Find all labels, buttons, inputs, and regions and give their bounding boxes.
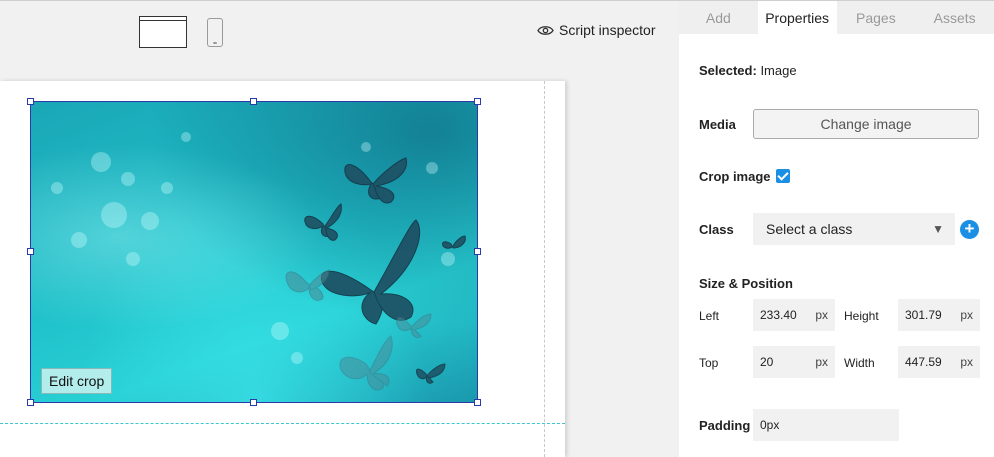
tab-properties[interactable]: Properties	[757, 1, 837, 34]
mobile-view-icon[interactable]	[207, 18, 223, 47]
left-value: 233.40	[760, 308, 797, 322]
vertical-guide	[544, 81, 545, 457]
selected-label: Selected:	[699, 63, 757, 78]
class-select[interactable]: Select a class ▼	[753, 213, 955, 245]
properties-panel: Add Properties Pages Assets Selected: Im…	[679, 0, 994, 457]
top-value: 20	[760, 355, 774, 369]
resize-handle-bottom-right[interactable]	[474, 399, 481, 406]
butterflies-illustration	[285, 157, 466, 391]
left-unit: px	[815, 308, 828, 322]
width-input[interactable]: 447.59 px	[898, 346, 980, 378]
height-label: Height	[844, 309, 879, 323]
resize-handle-bottom-center[interactable]	[250, 399, 257, 406]
change-image-button[interactable]: Change image	[753, 109, 979, 139]
top-toolbar: Script inspector	[0, 0, 679, 80]
resize-handle-top-right[interactable]	[474, 98, 481, 105]
desktop-view-icon[interactable]	[139, 16, 187, 48]
resize-handle-bottom-left[interactable]	[27, 399, 34, 406]
crop-image-checkbox[interactable]	[776, 169, 790, 183]
eye-icon	[537, 25, 554, 35]
selected-image[interactable]	[30, 101, 478, 403]
edit-crop-button[interactable]: Edit crop	[41, 368, 113, 394]
panel-tabs: Add Properties Pages Assets	[679, 0, 994, 34]
tab-assets[interactable]: Assets	[915, 1, 994, 34]
selected-info: Selected: Image	[699, 63, 797, 78]
left-label: Left	[699, 309, 720, 323]
crop-image-label: Crop image	[699, 169, 771, 184]
dropdown-arrow-icon: ▼	[932, 222, 944, 236]
padding-input[interactable]: 0px	[753, 409, 899, 441]
width-unit: px	[960, 355, 973, 369]
width-value: 447.59	[905, 355, 942, 369]
height-input[interactable]: 301.79 px	[898, 299, 980, 331]
script-inspector-button[interactable]: Script inspector	[537, 22, 655, 38]
top-input[interactable]: 20 px	[753, 346, 835, 378]
height-value: 301.79	[905, 308, 942, 322]
resize-handle-middle-left[interactable]	[27, 248, 34, 255]
class-select-value: Select a class	[766, 221, 853, 237]
top-unit: px	[815, 355, 828, 369]
selected-value: Image	[760, 63, 797, 78]
top-label: Top	[699, 356, 719, 370]
size-position-label: Size & Position	[699, 276, 793, 291]
resize-handle-middle-right[interactable]	[474, 248, 481, 255]
tab-pages[interactable]: Pages	[837, 1, 916, 34]
script-inspector-label: Script inspector	[559, 22, 656, 38]
padding-label: Padding	[699, 418, 751, 433]
add-class-button[interactable]: +	[960, 220, 979, 239]
resize-handle-top-center[interactable]	[250, 98, 257, 105]
resize-handle-top-left[interactable]	[27, 98, 34, 105]
class-label: Class	[699, 222, 734, 237]
left-input[interactable]: 233.40 px	[753, 299, 835, 331]
horizontal-guide	[0, 423, 565, 424]
media-label: Media	[699, 117, 736, 132]
tab-add[interactable]: Add	[679, 1, 758, 34]
width-label: Width	[844, 356, 875, 370]
height-unit: px	[960, 308, 973, 322]
